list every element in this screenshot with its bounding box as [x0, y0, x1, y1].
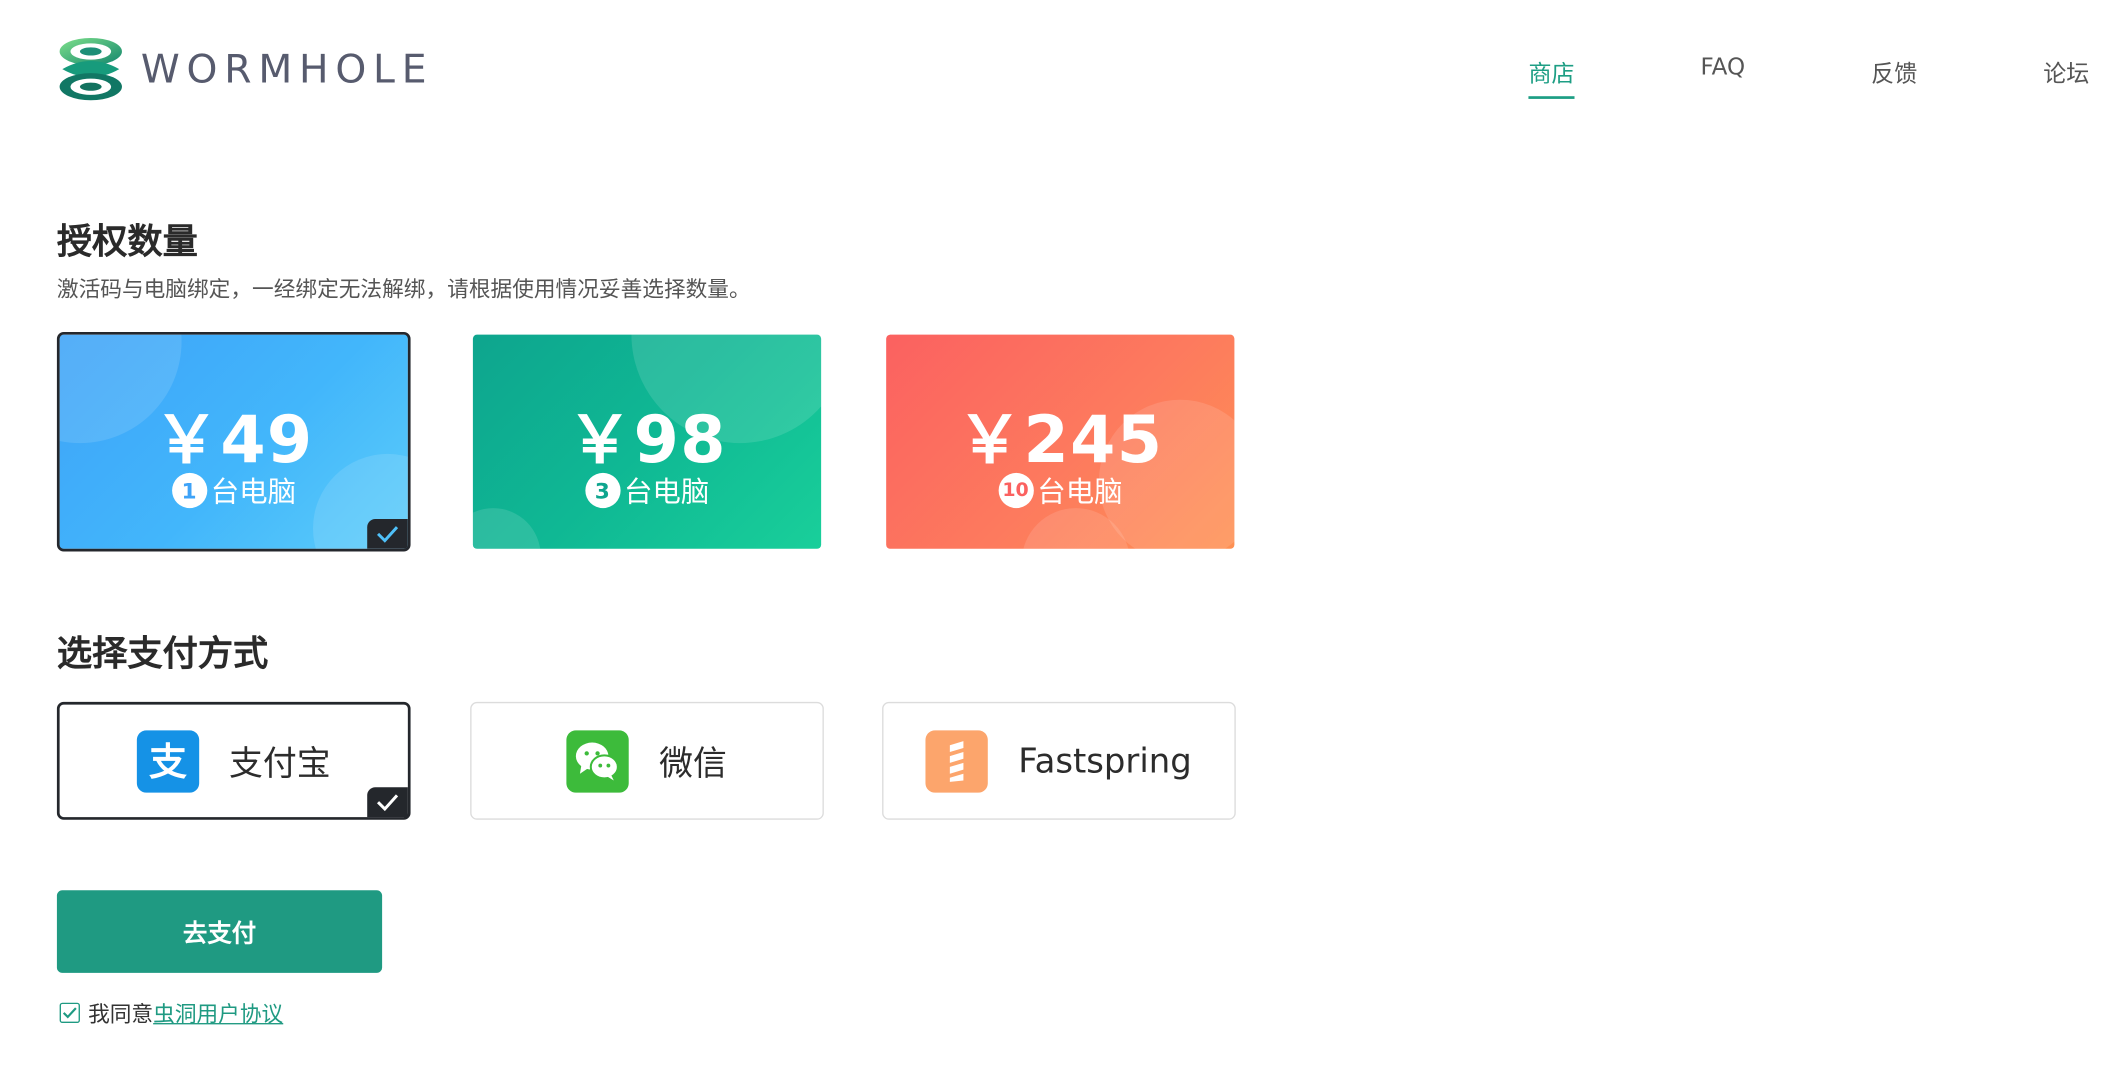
selected-check-icon: [367, 518, 408, 549]
svg-text:支: 支: [149, 739, 187, 783]
brand-logo[interactable]: WORMHOLE: [57, 35, 433, 103]
nav-item-feedback[interactable]: 反馈: [1871, 54, 1917, 99]
device-unit-label: 台电脑: [1037, 475, 1123, 509]
license-section-description: 激活码与电脑绑定，一经绑定无法解绑，请根据使用情况妥善选择数量。: [56, 276, 751, 303]
payment-label: 微信: [659, 743, 727, 783]
device-count-badge: 3: [584, 472, 620, 509]
top-nav: 商店 FAQ 反馈 论坛: [1528, 54, 2089, 99]
decor-bubble: [472, 508, 541, 549]
fastspring-icon: [926, 729, 989, 792]
license-option-3[interactable]: ￥98 3 台电脑: [472, 334, 822, 549]
pay-button[interactable]: 去支付: [56, 890, 383, 973]
device-count-badge: 1: [171, 472, 207, 509]
nav-item-faq[interactable]: FAQ: [1701, 54, 1746, 99]
payment-option-alipay[interactable]: 支 支付宝: [56, 701, 411, 820]
license-option-1[interactable]: ￥49 1 台电脑: [56, 331, 411, 552]
device-count-line: 1 台电脑: [60, 470, 408, 511]
selected-check-icon: [367, 787, 408, 818]
nav-item-forum[interactable]: 论坛: [2043, 54, 2089, 99]
wechat-icon: [567, 729, 630, 792]
device-count-badge: 10: [997, 472, 1034, 509]
payment-label: Fastspring: [1018, 741, 1192, 781]
payment-section-title: 选择支付方式: [56, 634, 269, 675]
device-count-line: 10 台电脑: [886, 470, 1234, 511]
device-unit-label: 台电脑: [210, 475, 297, 509]
agreement-checkbox[interactable]: [59, 1002, 80, 1023]
price-label: ￥98: [567, 402, 727, 479]
payment-label: 支付宝: [228, 743, 331, 783]
wormhole-logo-icon: [59, 37, 122, 101]
agreement-row: 我同意 虫洞用户协议: [59, 996, 284, 1029]
agreement-prefix: 我同意: [88, 1001, 154, 1028]
page: WORMHOLE 商店 FAQ 反馈 论坛 授权数量 激活码与电脑绑定，一经绑定…: [0, 0, 2120, 1080]
nav-item-store[interactable]: 商店: [1528, 54, 1575, 99]
price-label: ￥245: [957, 402, 1164, 479]
alipay-icon: 支: [136, 729, 200, 792]
user-agreement-link[interactable]: 虫洞用户协议: [153, 996, 283, 1029]
device-unit-label: 台电脑: [623, 475, 710, 509]
license-section-title: 授权数量: [56, 222, 198, 263]
brand-name: WORMHOLE: [140, 46, 434, 93]
license-option-10[interactable]: ￥245 10 台电脑: [886, 334, 1235, 549]
payment-option-wechat[interactable]: 微信: [470, 701, 824, 820]
checkmark-icon: [62, 1006, 77, 1018]
price-label: ￥49: [153, 402, 314, 479]
device-count-line: 3 台电脑: [473, 470, 821, 511]
payment-option-fastspring[interactable]: Fastspring: [882, 701, 1236, 820]
